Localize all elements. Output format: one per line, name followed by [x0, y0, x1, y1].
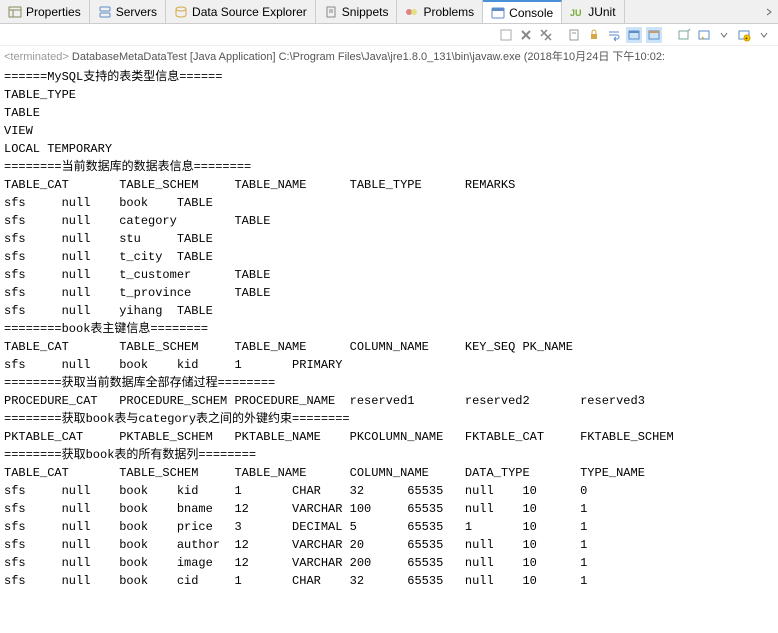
process-path: DatabaseMetaDataTest [Java Application] …: [72, 51, 665, 63]
tab-label: Properties: [26, 5, 81, 19]
show-console-on-error-button[interactable]: [646, 27, 662, 43]
tab-label: Console: [509, 6, 553, 20]
dropdown-arrow[interactable]: [716, 27, 732, 43]
tab-data-source[interactable]: Data Source Explorer: [166, 0, 316, 23]
tab-label: Servers: [116, 5, 157, 19]
junit-icon: JU: [570, 5, 584, 19]
show-console-on-output-button[interactable]: [626, 27, 642, 43]
console-icon: [491, 6, 505, 20]
data-source-icon: [174, 5, 188, 19]
blank-button[interactable]: [498, 27, 514, 43]
tab-problems[interactable]: Problems: [397, 0, 483, 23]
snippets-icon: [324, 5, 338, 19]
tab-snippets[interactable]: Snippets: [316, 0, 398, 23]
clear-console-button[interactable]: [566, 27, 582, 43]
scroll-lock-button[interactable]: [586, 27, 602, 43]
tab-label: Snippets: [342, 5, 389, 19]
open-console-button[interactable]: +: [736, 27, 752, 43]
tab-label: Problems: [423, 5, 474, 19]
properties-icon: [8, 5, 22, 19]
svg-text:+: +: [745, 36, 748, 42]
word-wrap-button[interactable]: [606, 27, 622, 43]
tab-label: JUnit: [588, 5, 615, 19]
tab-servers[interactable]: Servers: [90, 0, 166, 23]
tabs-overflow[interactable]: [760, 0, 778, 23]
display-selected-console-button[interactable]: [696, 27, 712, 43]
remove-launch-button[interactable]: [518, 27, 534, 43]
svg-text:JU: JU: [570, 8, 582, 18]
terminated-label: <terminated>: [4, 51, 69, 63]
problems-icon: [405, 5, 419, 19]
servers-icon: [98, 5, 112, 19]
remove-all-button[interactable]: [538, 27, 554, 43]
console-toolbar: +: [0, 24, 778, 46]
chevron-right-icon: [764, 7, 774, 17]
view-tabs: Properties Servers Data Source Explorer …: [0, 0, 778, 24]
pin-console-button[interactable]: [676, 27, 692, 43]
dropdown-arrow-2[interactable]: [756, 27, 772, 43]
tab-console[interactable]: Console: [483, 0, 562, 23]
process-meta: <terminated> DatabaseMetaDataTest [Java …: [0, 46, 778, 66]
tab-junit[interactable]: JU JUnit: [562, 0, 624, 23]
tab-properties[interactable]: Properties: [0, 0, 90, 23]
tab-label: Data Source Explorer: [192, 5, 307, 19]
console-output[interactable]: ======MySQL支持的表类型信息====== TABLE_TYPE TAB…: [0, 66, 778, 592]
